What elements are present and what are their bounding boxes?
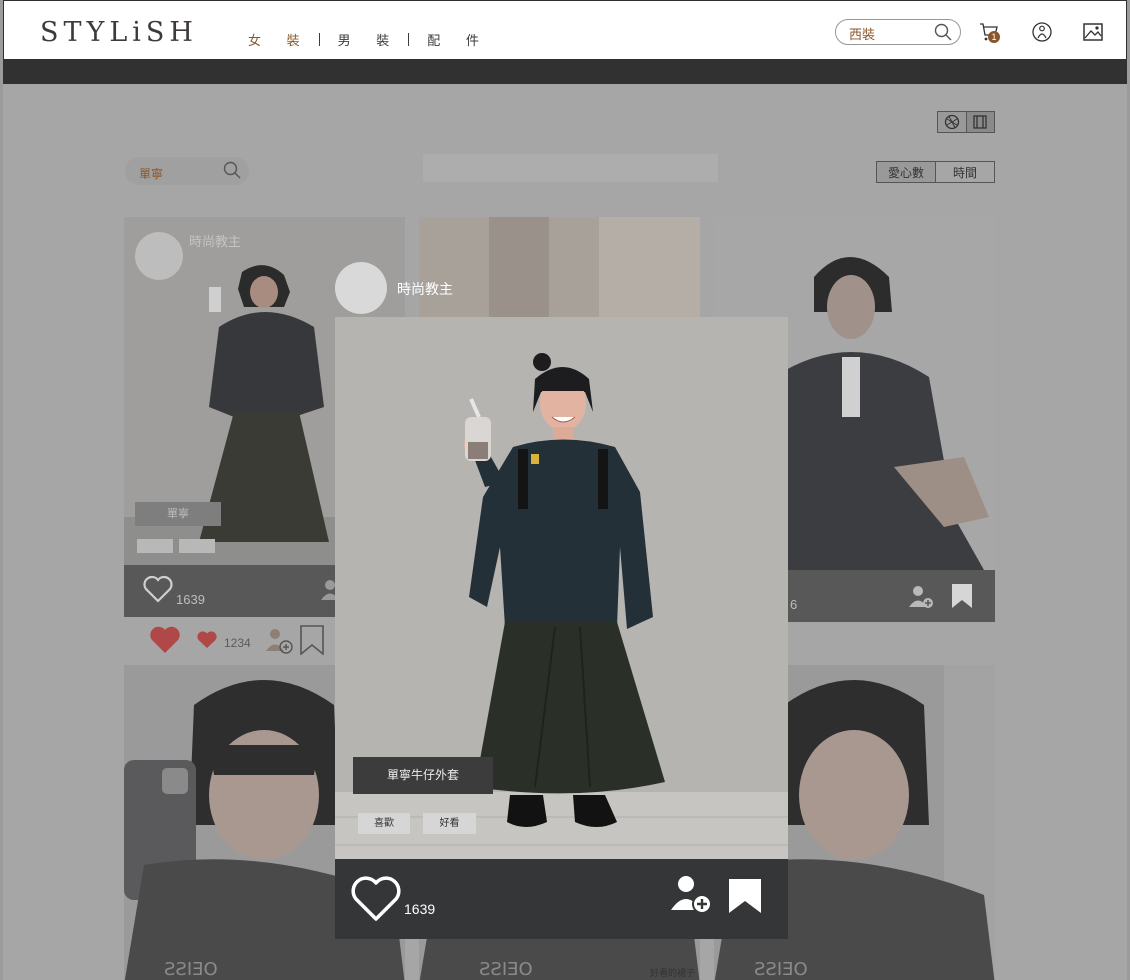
post-username[interactable]: 時尚教主: [189, 231, 241, 250]
nav-divider: [318, 33, 320, 46]
nav-women[interactable]: 女 裝: [248, 30, 311, 49]
post-detail-modal: 單寧牛仔外套 喜歡 好看 1639: [335, 317, 788, 939]
background-banner: [423, 154, 718, 182]
like-count: 1639: [176, 592, 205, 607]
follow-user-icon[interactable]: [263, 626, 293, 659]
svg-text:ƧƧIƎO: ƧƧIƎO: [479, 959, 533, 980]
cart-count-badge: 1: [988, 31, 1000, 43]
header-search: [835, 19, 961, 45]
feed-search-value: 單寧: [139, 167, 164, 181]
product-tag[interactable]: 單寧牛仔外套: [353, 757, 493, 794]
member-icon[interactable]: [1031, 21, 1053, 48]
bottom-caption: 好看的裙子: [650, 968, 696, 978]
search-icon[interactable]: [934, 23, 952, 46]
search-icon[interactable]: [223, 161, 241, 182]
sort-by-likes[interactable]: 愛心數: [877, 162, 936, 182]
heart-icon[interactable]: [142, 575, 174, 608]
logo[interactable]: STYLiSH: [40, 17, 198, 48]
single-column-icon[interactable]: [965, 112, 994, 132]
tag-chip[interactable]: [179, 539, 215, 553]
globe-icon[interactable]: [938, 112, 966, 132]
follow-user-icon[interactable]: [669, 874, 713, 919]
nav-men[interactable]: 男 裝: [338, 30, 401, 49]
heart-filled-large-icon[interactable]: [148, 625, 182, 660]
modal-username[interactable]: 時尚教主: [397, 279, 453, 299]
view-toggle[interactable]: [937, 111, 995, 133]
header-shadow-bar: [3, 60, 1127, 84]
follow-user-icon[interactable]: [907, 583, 935, 616]
header-search-input[interactable]: [847, 24, 931, 42]
like-count: 6: [790, 597, 798, 612]
like-count: 1234: [224, 635, 251, 650]
category-nav: 女 裝 男 裝 配 件: [248, 30, 490, 49]
tag-chip-nice[interactable]: 好看: [423, 813, 476, 834]
nav-accessories[interactable]: 配 件: [427, 30, 490, 49]
modal-avatar[interactable]: [335, 262, 387, 314]
tag-chip[interactable]: [137, 539, 173, 553]
bookmark-outline-icon[interactable]: [299, 625, 325, 660]
product-tag[interactable]: 單寧: [135, 502, 221, 526]
nav-divider: [408, 33, 410, 46]
sort-toggle: 愛心數 時間: [876, 161, 995, 183]
svg-text:ƧƧIƎO: ƧƧIƎO: [754, 959, 808, 980]
heart-filled-icon[interactable]: [196, 630, 218, 655]
cart-icon[interactable]: 1: [978, 21, 1000, 48]
heart-icon[interactable]: [350, 876, 402, 927]
feed-search[interactable]: 單寧: [125, 157, 249, 185]
bookmark-icon[interactable]: [950, 583, 974, 614]
like-count: 1639: [404, 901, 436, 917]
bookmark-icon[interactable]: [727, 877, 763, 920]
site-header: STYLiSH 女 裝 男 裝 配 件 1: [3, 0, 1127, 60]
image-upload-icon[interactable]: [1082, 21, 1104, 48]
avatar[interactable]: [135, 232, 183, 280]
sort-by-time[interactable]: 時間: [936, 162, 994, 182]
svg-text:ƧƧIƎO: ƧƧIƎO: [164, 959, 218, 980]
modal-action-bar: 1639: [335, 859, 788, 939]
reaction-row: 1234: [148, 625, 325, 660]
tag-chip-like[interactable]: 喜歡: [358, 813, 410, 834]
